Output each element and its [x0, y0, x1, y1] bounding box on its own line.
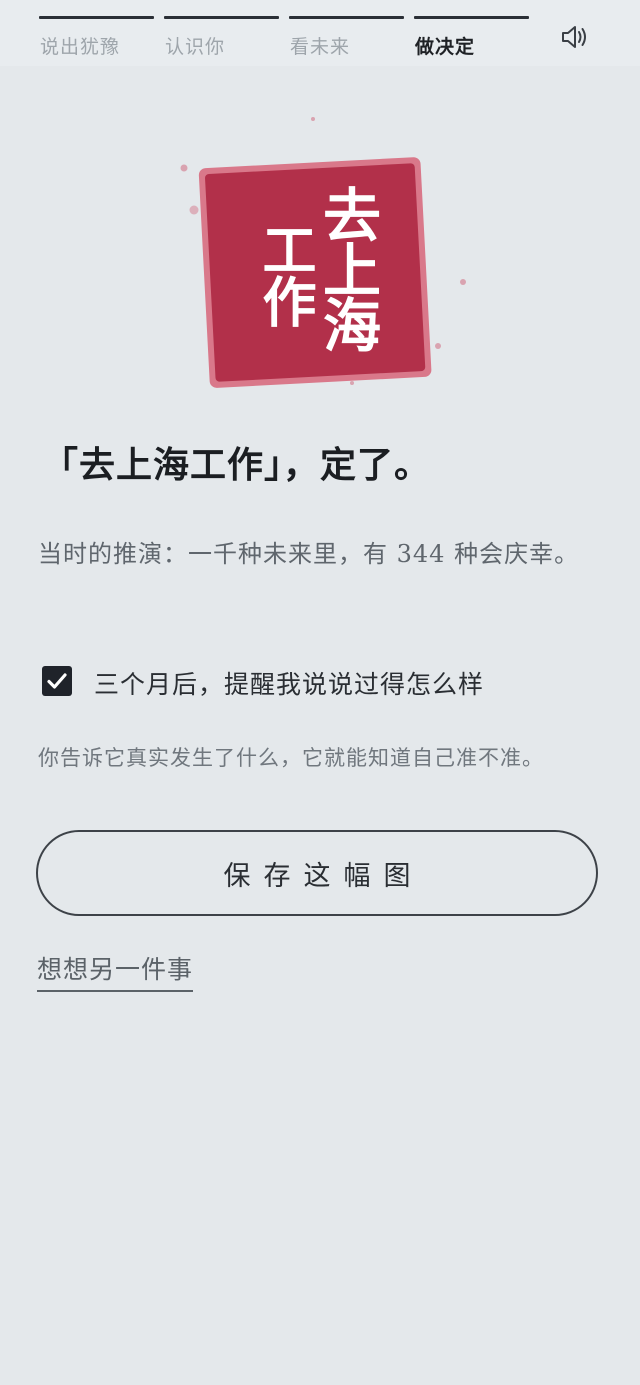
step-progress-bar: 说出犹豫 认识你 看未来 做决定 [0, 0, 640, 66]
checkmark-icon [47, 673, 67, 689]
stamp-text-main: 去上海 [313, 185, 381, 350]
reminder-checkbox[interactable] [42, 666, 72, 696]
step-indicator [39, 16, 154, 19]
step-tab-3[interactable]: 看未来 [289, 16, 404, 58]
step-tab-1[interactable]: 说出犹豫 [39, 16, 154, 58]
speaker-icon[interactable] [560, 24, 590, 50]
decision-stamp: 去上海 工作 [170, 110, 480, 410]
stamp-text-secondary: 工作 [253, 222, 317, 326]
step-tab-2[interactable]: 认识你 [164, 16, 279, 58]
step-indicator [164, 16, 279, 19]
decision-screen: 说出犹豫 认识你 看未来 做决定 去上海 工作 「去上海工作」，定了。 当时的推… [0, 0, 640, 1385]
save-image-button[interactable]: 保存这幅图 [36, 830, 598, 916]
step-label: 做决定 [415, 36, 476, 58]
decision-headline: 「去上海工作」，定了。 [42, 444, 432, 486]
step-label: 认识你 [165, 36, 226, 58]
simulation-summary: 当时的推演：一千种未来里，有 344 种会庆幸。 [38, 540, 580, 568]
step-label: 看未来 [290, 36, 351, 58]
step-label: 说出犹豫 [40, 36, 121, 58]
step-indicator [414, 16, 529, 19]
feedback-note: 你告诉它真实发生了什么，它就能知道自己准不准。 [38, 746, 544, 770]
step-tab-4[interactable]: 做决定 [414, 16, 529, 58]
save-image-button-label: 保存这幅图 [223, 860, 424, 892]
think-another-link[interactable]: 想想另一件事 [37, 950, 194, 992]
step-indicator [289, 16, 404, 19]
reminder-label: 三个月后，提醒我说说过得怎么样 [94, 670, 485, 699]
